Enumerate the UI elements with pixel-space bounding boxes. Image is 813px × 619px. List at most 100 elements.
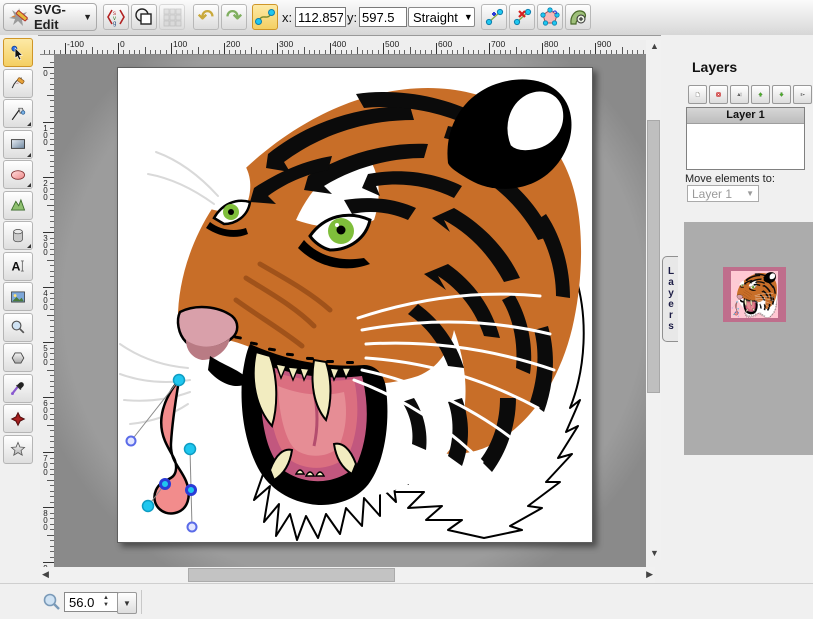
redo-button[interactable]: ↷ [221,4,247,30]
tool-path-shape[interactable] [3,191,33,220]
tool-text[interactable]: A [3,252,33,281]
magnifier-icon [10,316,26,338]
tool-star[interactable] [3,435,33,464]
x-coordinate-input[interactable] [295,7,346,27]
svg-canvas[interactable] [117,67,593,543]
tool-zoom[interactable] [3,313,33,342]
flyout-arrow-icon [27,179,31,187]
horizontal-scrollbar-thumb[interactable] [188,568,395,582]
vertical-scrollbar-thumb[interactable] [647,120,660,393]
layer-list[interactable]: Layer 1 [686,107,805,170]
delete-node-icon [512,7,532,27]
select-caret-icon: ▼ [746,189,754,198]
delete-layer-icon [716,87,721,102]
layers-panel: Layers A [661,35,813,583]
left-toolbar: A [0,35,38,585]
horizontal-scrollbar[interactable]: ◀ ▶ [40,567,655,583]
panel-preview-area [684,222,813,455]
hexagon-icon [10,347,26,369]
new-layer-icon [695,87,700,102]
ruler-horizontal: -10001002003004005006007008009001000 [40,40,655,55]
main-menu-button[interactable]: SVG-Edit ▼ [3,3,97,31]
add-node-button[interactable] [481,4,507,30]
tool-pen-line[interactable] [3,99,33,128]
source-code-button[interactable]: s v g [103,4,129,30]
segment-type-select[interactable]: Straight ▼ [408,7,475,27]
app-title: SVG-Edit [34,2,79,32]
zoom-preset-dropdown[interactable]: ▼ [117,592,137,614]
layer-thumbnail [723,267,786,322]
ruler-vertical: 0100200300400500600700800900 [40,55,55,567]
tool-select[interactable] [3,38,33,67]
arrow-up-icon [758,87,763,102]
undo-button[interactable]: ↶ [193,4,219,30]
tool-rectangle[interactable] [3,130,33,159]
ellipse-icon [10,164,26,186]
tool-ellipse[interactable] [3,160,33,189]
link-control-points-button[interactable] [252,4,278,30]
layers-collapse-tab[interactable]: Layers [662,256,678,342]
scroll-down-icon[interactable]: ▼ [650,549,659,558]
layer-thumbnail-image [731,271,778,318]
new-layer-button[interactable] [688,85,707,104]
tool-shape-library[interactable] [3,221,33,250]
open-close-subpath-icon [540,7,560,27]
svg-text:g: g [113,21,116,27]
rename-layer-icon: A [737,87,742,102]
move-elements-select[interactable]: Layer 1 ▼ [687,185,759,202]
status-bar: ▲▼ ▼ [0,583,813,619]
y-coordinate-input[interactable] [359,7,407,27]
move-layer-down-button[interactable] [772,85,791,104]
zoom-magnifier-icon [42,592,61,611]
add-subpath-icon [568,7,588,27]
scroll-left-icon[interactable]: ◀ [42,570,49,579]
redo-icon: ↷ [226,8,242,27]
x-coordinate-label: x: [282,10,292,25]
undo-icon: ↶ [198,8,214,27]
scroll-up-icon[interactable]: ▲ [650,42,659,51]
tool-pencil[interactable] [3,69,33,98]
open-close-subpath-button[interactable] [537,4,563,30]
arrow-down-icon [779,87,784,102]
delete-node-button[interactable] [509,4,535,30]
workspace[interactable] [55,55,646,567]
top-toolbar: SVG-Edit ▼ s v g [0,0,813,36]
cylinder-icon [10,225,26,247]
image-icon [10,286,26,308]
select-caret-icon: ▼ [464,12,473,22]
flyout-arrow-icon [27,118,31,126]
layer-options-button[interactable] [793,85,812,104]
add-node-icon [484,7,504,27]
document-shapes-button[interactable] [131,4,157,30]
text-icon: A [10,255,26,277]
flyout-arrow-icon [27,149,31,157]
layer-row-active[interactable]: Layer 1 [687,108,804,124]
delete-layer-button[interactable] [709,85,728,104]
zoom-spinner[interactable]: ▲▼ [100,593,112,611]
star-icon [10,438,26,460]
layers-panel-title: Layers [692,59,737,75]
eyedropper-icon [10,377,26,399]
scroll-right-icon[interactable]: ▶ [646,570,653,579]
rename-layer-button[interactable]: A [730,85,749,104]
svg-edit-app: SVG-Edit ▼ s v g [0,0,813,619]
tiger-artwork [118,68,592,542]
move-elements-label: Move elements to: [685,173,775,185]
grid-button[interactable] [159,4,185,30]
vertical-scrollbar[interactable]: ▲ ▼ [646,40,661,560]
menu-caret-icon: ▼ [83,12,92,22]
tool-eyedropper[interactable] [3,374,33,403]
path-shape-icon [10,194,26,216]
add-subpath-button[interactable] [565,4,591,30]
tool-polygon[interactable] [3,343,33,372]
flyout-arrow-icon [27,240,31,248]
svg-text:A: A [737,92,740,97]
ornament-icon [10,408,26,430]
svg-text:A: A [11,259,20,273]
tool-image[interactable] [3,282,33,311]
select-caret-icon: ▼ [123,599,131,608]
divider [141,590,142,614]
move-layer-up-button[interactable] [751,85,770,104]
tool-ornament[interactable] [3,404,33,433]
link-control-points-icon [255,7,275,27]
